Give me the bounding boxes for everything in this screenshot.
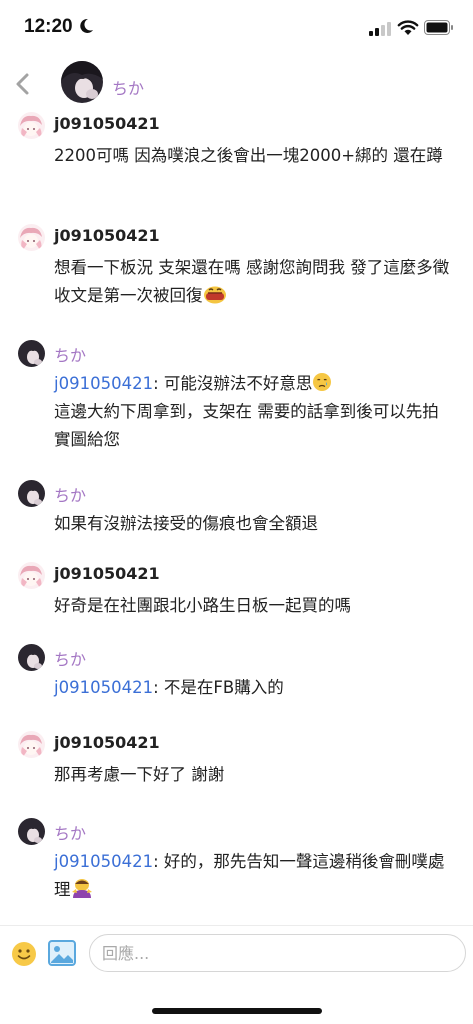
message-sender[interactable]: j091050421 xyxy=(54,114,160,133)
message-sender[interactable]: j091050421 xyxy=(54,226,160,245)
message-text: j091050421: 可能沒辦法不好意思這邊大約下周拿到，支架在 需要的話拿到… xyxy=(54,370,454,454)
message-text-content: 這邊大約下周拿到，支架在 需要的話拿到後可以先拍實圖給您 xyxy=(54,402,439,449)
owner-avatar[interactable] xyxy=(18,644,45,671)
message-sender[interactable]: j091050421 xyxy=(54,564,160,583)
crying-emoji xyxy=(313,373,332,391)
message-text: 如果有沒辦法接受的傷痕也會全額退 xyxy=(54,514,318,533)
battery-icon xyxy=(424,20,453,35)
mention-link[interactable]: j091050421 xyxy=(54,374,153,393)
mention-link[interactable]: j091050421 xyxy=(54,852,153,871)
message-sender[interactable]: ちか xyxy=(54,482,86,506)
smiley-icon[interactable] xyxy=(10,940,38,968)
back-icon[interactable] xyxy=(14,72,30,96)
message-text-content: 想看一下板況 支架還在嗎 感謝您詢問我 發了這麼多徵收文是第一次被回復 xyxy=(54,258,450,305)
owner-avatar[interactable] xyxy=(18,480,45,507)
bowing-emoji xyxy=(71,879,92,898)
message-sender[interactable]: ちか xyxy=(54,342,86,366)
home-indicator[interactable] xyxy=(152,1008,322,1014)
header-name[interactable]: ちか xyxy=(112,75,144,99)
message-text-content: : 不是在FB購入的 xyxy=(153,678,284,697)
user-avatar[interactable] xyxy=(18,112,45,139)
user-avatar[interactable] xyxy=(18,224,45,251)
header-avatar[interactable] xyxy=(61,61,103,103)
message-sender[interactable]: ちか xyxy=(54,820,86,844)
status-time: 12:20 xyxy=(24,16,73,37)
signal-icon xyxy=(369,22,391,36)
message-text: 2200可嗎 因為噗浪之後會出一塊2000+綁的 還在蹲 xyxy=(54,146,443,165)
message-text: 好奇是在社團跟北小路生日板一起買的嗎 xyxy=(54,596,351,615)
reply-composer xyxy=(0,925,473,982)
user-avatar[interactable] xyxy=(18,731,45,758)
owner-avatar[interactable] xyxy=(18,818,45,845)
message-text: j091050421: 不是在FB購入的 xyxy=(54,674,454,702)
chat-header: ちか xyxy=(0,58,473,108)
message-sender[interactable]: j091050421 xyxy=(54,733,160,752)
wifi-icon xyxy=(397,20,419,35)
message-text-content: : 可能沒辦法不好意思 xyxy=(153,374,313,393)
message-text: j091050421: 好的，那先告知一聲這邊稍後會刪噗處理 xyxy=(54,848,454,904)
embarrassed-emoji xyxy=(203,286,226,304)
owner-avatar[interactable] xyxy=(18,340,45,367)
mention-link[interactable]: j091050421 xyxy=(54,678,153,697)
reply-input[interactable] xyxy=(89,934,466,972)
status-bar: 12:20 xyxy=(0,0,473,56)
message-text: 想看一下板況 支架還在嗎 感謝您詢問我 發了這麼多徵收文是第一次被回復 xyxy=(54,254,454,310)
moon-icon xyxy=(80,18,93,33)
image-icon[interactable] xyxy=(48,940,76,966)
user-avatar[interactable] xyxy=(18,562,45,589)
message-sender[interactable]: ちか xyxy=(54,646,86,670)
message-text: 那再考慮一下好了 謝謝 xyxy=(54,765,225,784)
